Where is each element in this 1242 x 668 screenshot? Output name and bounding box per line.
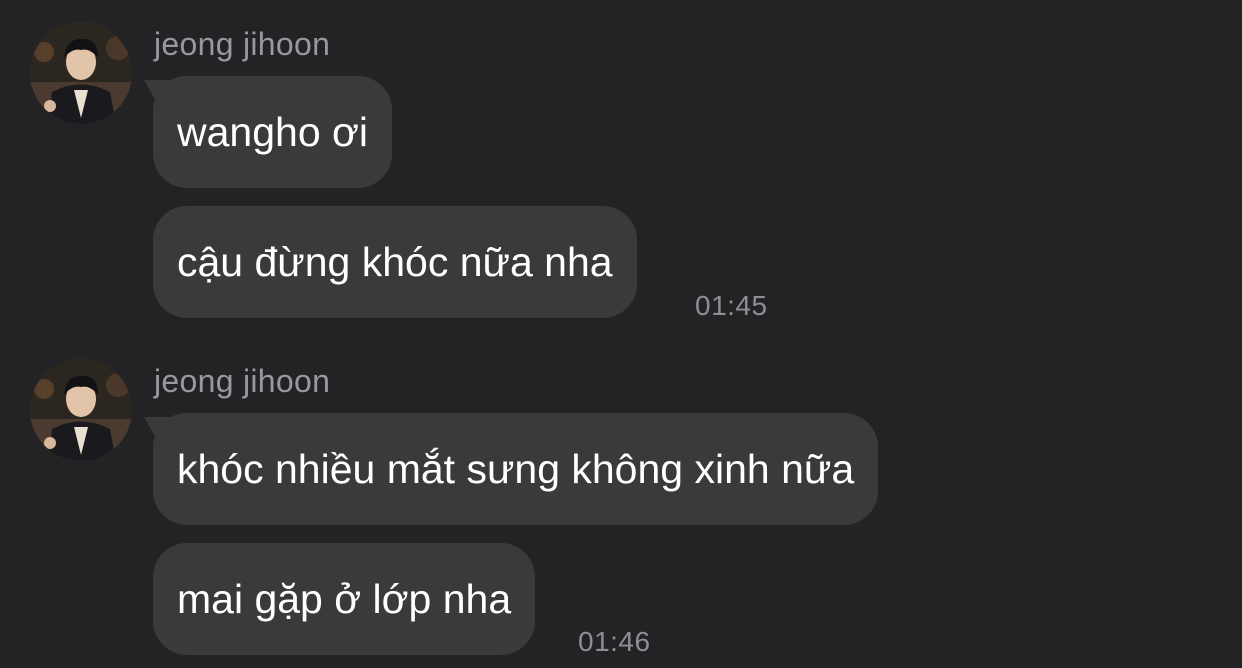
message-timestamp: 01:46	[578, 626, 651, 657]
message-timestamp: 01:45	[695, 290, 768, 321]
message-text: mai gặp ở lớp nha	[177, 576, 512, 622]
sender-name: jeong jihoon	[154, 363, 331, 399]
avatar[interactable]	[30, 359, 132, 461]
message-bubble[interactable]: wangho ơi	[153, 76, 393, 188]
message-bubble[interactable]: cậu đừng khóc nữa nha	[153, 206, 637, 318]
sender-name: jeong jihoon	[154, 26, 331, 62]
message-bubble[interactable]: mai gặp ở lớp nha	[153, 543, 536, 655]
message-text: khóc nhiều mắt sưng không xinh nữa	[177, 446, 855, 492]
message-bubble[interactable]: khóc nhiều mắt sưng không xinh nữa	[153, 413, 879, 525]
message-text: wangho ơi	[177, 109, 369, 155]
avatar[interactable]	[30, 22, 132, 124]
avatar-photo-icon	[30, 22, 132, 124]
chat-thread: jeong jihoon wangho ơi cậu đừng khóc nữa…	[0, 0, 1242, 668]
message-text: cậu đừng khóc nữa nha	[177, 239, 613, 285]
avatar-photo-icon	[30, 359, 132, 461]
